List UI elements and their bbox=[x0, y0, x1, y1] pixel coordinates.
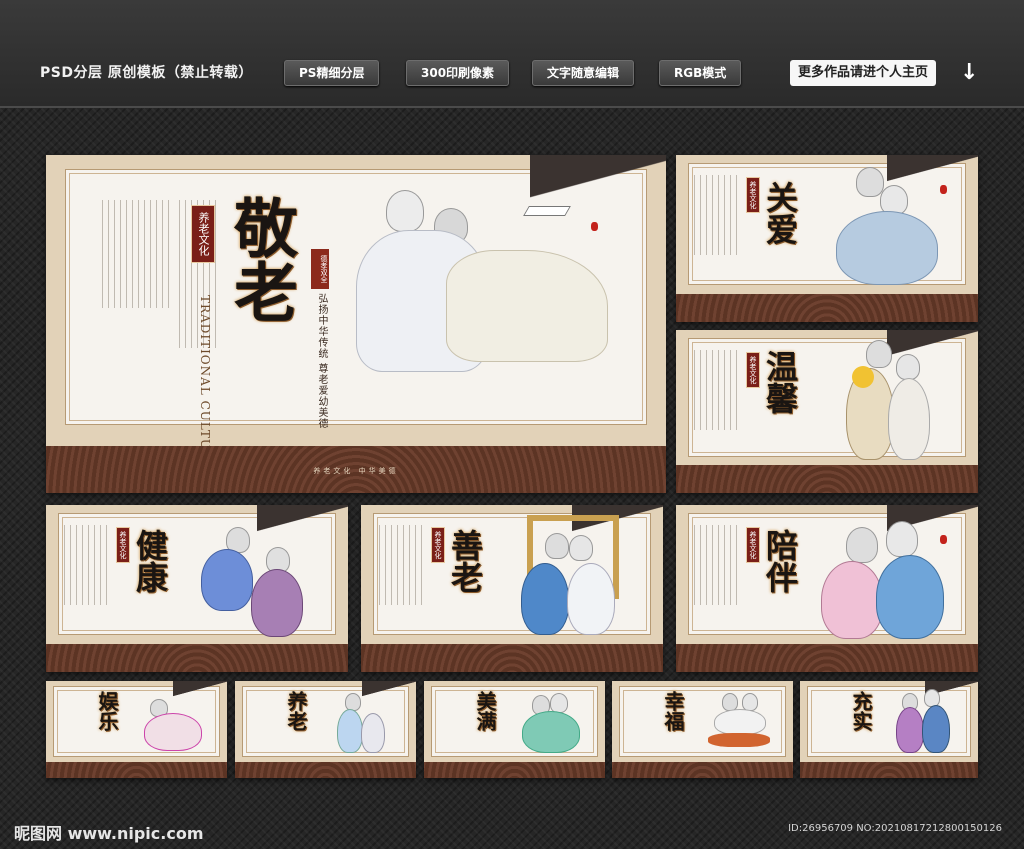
english-caption: TRADITIONAL CULTURE bbox=[198, 295, 212, 470]
board-care: 养老文化 关爱 bbox=[676, 155, 978, 322]
board-title-companionship: 陪伴 bbox=[761, 529, 799, 593]
site-watermark: 昵图网 www.nipic.com bbox=[14, 824, 204, 843]
tag-300-dpi: 300印刷像素 bbox=[406, 60, 510, 86]
board-companionship: 养老文化 陪伴 bbox=[676, 505, 978, 672]
board-elderly-care: 养老 bbox=[235, 681, 416, 778]
board-health: 养老文化 健康 bbox=[46, 505, 348, 672]
body-text bbox=[694, 175, 739, 255]
frame-couple-illustration bbox=[511, 511, 621, 637]
main-board: 养老文化 TRADITIONAL CULTURE 敬老 德孝双全 弘扬中华传统 … bbox=[46, 155, 666, 493]
slogan-text: 弘扬中华传统 尊老爱幼美德 bbox=[316, 293, 327, 430]
culture-badge: 养老文化 bbox=[431, 527, 445, 563]
board-kindness: 养老文化 善老 bbox=[361, 505, 663, 672]
paper-plane-icon bbox=[523, 206, 571, 216]
board-title-happiness: 美满 bbox=[473, 691, 497, 731]
body-text-left bbox=[102, 200, 172, 308]
image-id-text: ID:26956709 NO:20210817212800150126 bbox=[788, 823, 1002, 834]
band-caption: 养老文化 中华美德 bbox=[46, 466, 666, 476]
board-band bbox=[676, 293, 978, 322]
flower-bouquet-icon bbox=[852, 366, 874, 388]
board-fulfillment: 充实 bbox=[800, 681, 978, 778]
board-title-care: 关爱 bbox=[761, 181, 799, 245]
board-band bbox=[46, 761, 227, 778]
board-entertainment: 娱乐 bbox=[46, 681, 227, 778]
board-title-entertainment: 娱乐 bbox=[95, 691, 119, 731]
walking-couple-illustration bbox=[331, 689, 391, 753]
exercise-couple-illustration bbox=[196, 513, 306, 637]
arrow-down-icon: ↓ bbox=[960, 60, 979, 85]
board-band bbox=[676, 465, 978, 493]
tag-ps-layers: PS精细分层 bbox=[284, 60, 380, 86]
board-band bbox=[612, 761, 793, 778]
board-title-elderly-care: 养老 bbox=[284, 691, 308, 731]
band-caption-text: 养老文化 中华美德 bbox=[313, 467, 399, 476]
dining-couple-illustration bbox=[708, 689, 770, 753]
culture-badge: 养老文化 bbox=[191, 205, 215, 263]
board-title-health: 健康 bbox=[131, 529, 169, 593]
board-band bbox=[235, 761, 416, 778]
relaxing-couple-illustration bbox=[142, 691, 202, 751]
board-band bbox=[676, 643, 978, 672]
couple-illustration bbox=[836, 165, 938, 285]
board-warmth: 养老文化 温馨 bbox=[676, 330, 978, 493]
board-band bbox=[46, 643, 348, 672]
culture-badge: 养老文化 bbox=[746, 527, 760, 563]
top-bar: PSD分层 原创模板（禁止转载） PS精细分层 300印刷像素 文字随意编辑 R… bbox=[0, 0, 1024, 108]
food-plate-icon bbox=[708, 733, 770, 747]
tag-rgb-mode: RGB模式 bbox=[659, 60, 742, 86]
board-band bbox=[800, 761, 978, 778]
lantern-icon bbox=[940, 185, 947, 194]
body-text bbox=[694, 350, 739, 430]
board-title-fulfillment: 充实 bbox=[849, 691, 873, 731]
tag-editable-text: 文字随意编辑 bbox=[532, 60, 635, 86]
board-fortune: 幸福 bbox=[612, 681, 793, 778]
more-works-link[interactable]: 更多作品请进个人主页 bbox=[790, 60, 937, 86]
couple-illustration bbox=[836, 338, 936, 460]
board-band bbox=[424, 761, 605, 778]
board-title-fortune: 幸福 bbox=[661, 691, 685, 731]
culture-badge: 养老文化 bbox=[116, 527, 130, 563]
embracing-couple-illustration bbox=[816, 519, 946, 639]
culture-badge: 养老文化 bbox=[746, 177, 760, 213]
board-happiness: 美满 bbox=[424, 681, 605, 778]
body-text bbox=[379, 525, 424, 605]
brand-text: PSD分层 原创模板（禁止转载） bbox=[40, 65, 253, 81]
culture-badge: 养老文化 bbox=[746, 352, 760, 388]
hugging-couple-illustration bbox=[520, 689, 580, 753]
dancing-couple-illustration bbox=[894, 687, 954, 753]
virtue-seal: 德孝双全 bbox=[311, 249, 329, 289]
elderly-couple-illustration bbox=[346, 190, 646, 405]
body-text bbox=[64, 525, 109, 605]
body-text bbox=[694, 525, 739, 605]
board-title-warmth: 温馨 bbox=[761, 350, 799, 414]
board-title-kindness: 善老 bbox=[446, 529, 484, 593]
board-band bbox=[361, 643, 663, 672]
main-title: 敬老 bbox=[223, 195, 298, 323]
